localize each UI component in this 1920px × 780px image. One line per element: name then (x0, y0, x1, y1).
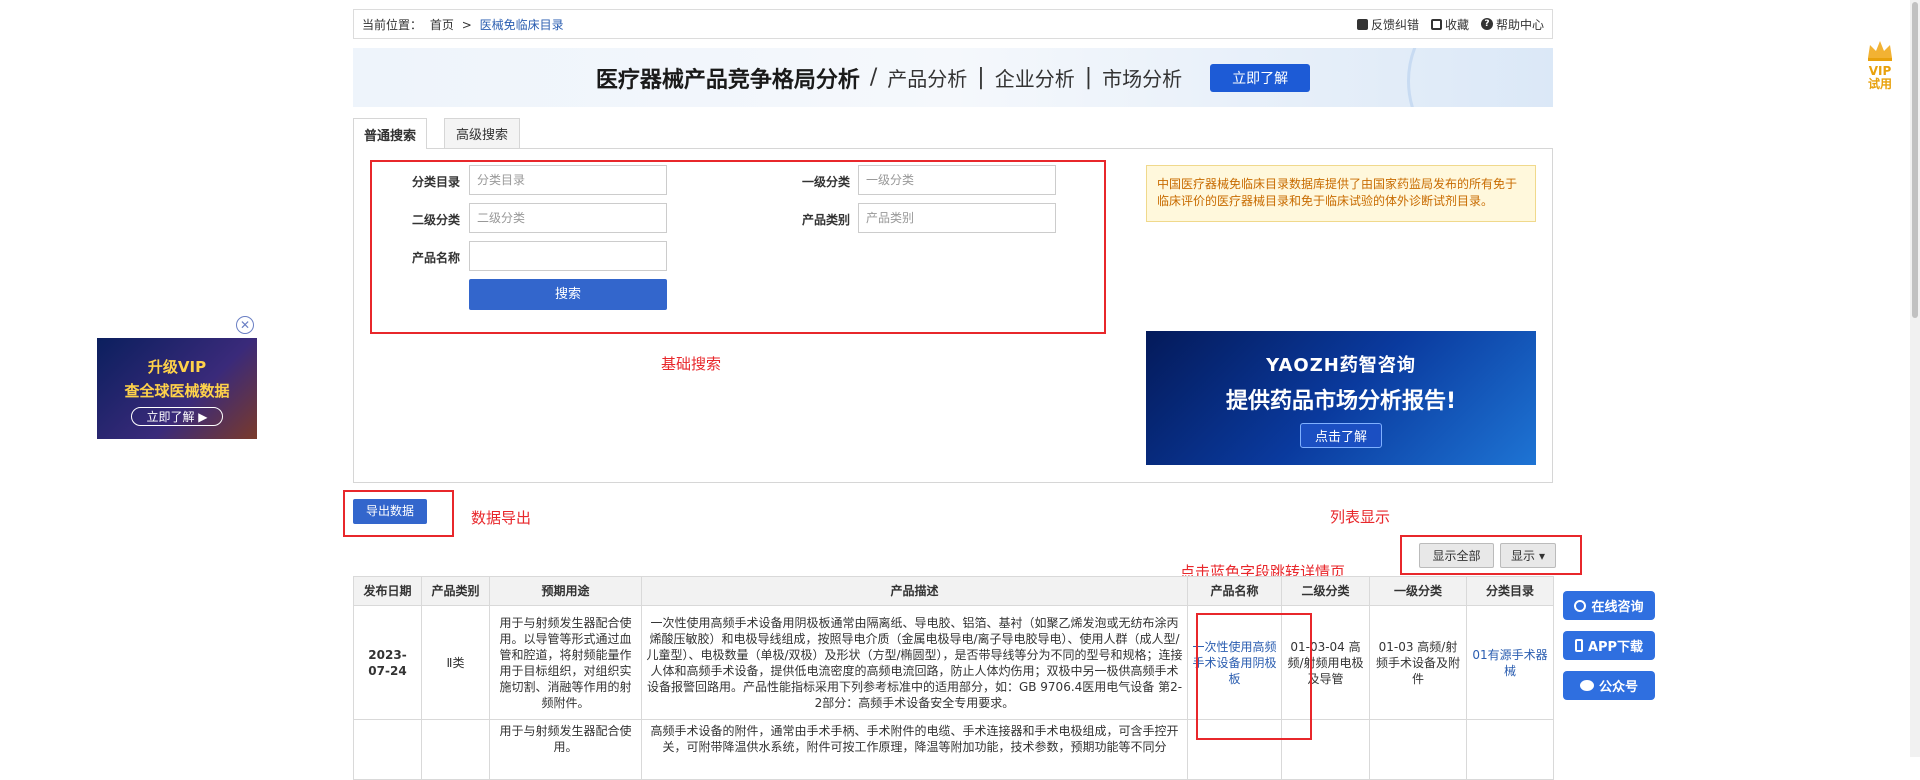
header-catalog[interactable]: 分类目录 (1466, 576, 1554, 606)
banner-separator: / (869, 65, 878, 90)
header-product-name[interactable]: 产品名称 (1187, 576, 1282, 606)
cell-catalog (1466, 719, 1554, 780)
header-date[interactable]: 发布日期 (353, 576, 422, 606)
banner-pipe: | (1084, 65, 1093, 90)
decorative-arc (1407, 48, 1553, 107)
help-link[interactable]: ? 帮助中心 (1480, 16, 1544, 33)
cell-date: 2023-07-24 (353, 605, 422, 720)
breadcrumb-current[interactable]: 医械免临床目录 (480, 18, 564, 32)
question-icon: ? (1480, 18, 1493, 30)
breadcrumb-home-link[interactable]: 首页 (430, 18, 454, 32)
level2-input[interactable] (469, 203, 667, 233)
show-label: 显示 (1510, 549, 1535, 563)
banner-item-enterprise: 企业分析 (994, 67, 1075, 91)
show-columns-dropdown[interactable]: 显示 ▾ (1500, 543, 1556, 568)
app-label: APP下载 (1587, 640, 1644, 655)
vip-ad-line1: 升级VIP (147, 358, 207, 376)
category-input[interactable] (858, 203, 1056, 233)
tab-basic-search[interactable]: 普通搜索 (353, 118, 427, 149)
breadcrumb-separator: > (461, 17, 472, 32)
results-table: 发布日期 产品类别 预期用途 产品描述 产品名称 二级分类 一级分类 分类目录 … (353, 576, 1554, 780)
product-name-label: 产品名称 (411, 251, 460, 265)
cell-date (353, 719, 422, 780)
product-name-input[interactable] (469, 241, 667, 271)
info-notice: 中国医疗器械免临床目录数据库提供了由国家药监局发布的所有免于临床评价的医疗器械目… (1146, 165, 1536, 222)
header-category[interactable]: 产品类别 (421, 576, 490, 606)
online-consult-button[interactable]: 在线咨询 (1563, 591, 1655, 620)
cell-category (421, 719, 490, 780)
consult-label: 在线咨询 (1591, 600, 1644, 615)
crown-icon (1868, 41, 1892, 61)
annotation-basic-search: 基础搜索 (661, 355, 722, 373)
yaozh-ad-banner[interactable]: YAOZH药智咨询 提供药品市场分析报告! 点击了解 (1146, 331, 1536, 465)
ad-logo: YAOZH药智咨询 (1266, 355, 1416, 376)
product-name-highlight (1196, 613, 1312, 740)
page-scrollbar[interactable] (1910, 0, 1920, 757)
wechat-button[interactable]: 公众号 (1563, 671, 1655, 700)
annotation-data-export: 数据导出 (471, 509, 532, 527)
cube-icon (1430, 18, 1442, 30)
promo-banner[interactable]: 医疗器械产品竞争格局分析 / 产品分析 | 企业分析 | 市场分析 立即了解 (353, 48, 1553, 107)
banner-item-market: 市场分析 (1102, 67, 1183, 91)
breadcrumb-bar: 当前位置： 首页 > 医械免临床目录 反馈纠错 收藏 ? 帮助中心 (353, 9, 1553, 39)
close-icon[interactable]: ✕ (236, 316, 254, 334)
favorite-label: 收藏 (1444, 17, 1469, 32)
cell-level1 (1369, 719, 1467, 780)
ad-slogan: 提供药品市场分析报告! (1225, 389, 1457, 414)
catalog-label: 分类目录 (411, 175, 460, 189)
vip-trial-widget[interactable]: VIP 试用 (1855, 38, 1905, 91)
breadcrumb: 当前位置： 首页 > 医械免临床目录 (362, 16, 568, 33)
cell-catalog: 01有源手术器械 (1466, 605, 1554, 720)
cell-usage: 用于与射频发生器配合使用。以导管等形式通过血管和腔道，将射频能量作用于目标组织，… (489, 605, 642, 720)
cell-usage: 用于与射频发生器配合使用。 (489, 719, 642, 780)
annotation-list-display: 列表显示 (1330, 508, 1391, 526)
scrollbar-thumb[interactable] (1912, 2, 1918, 318)
wechat-label: 公众号 (1598, 680, 1638, 695)
catalog-input[interactable] (469, 165, 667, 195)
banner-title: 医疗器械产品竞争格局分析 (595, 67, 860, 93)
search-button[interactable]: 搜索 (469, 279, 667, 310)
cell-category: Ⅱ类 (421, 605, 490, 720)
feedback-link[interactable]: 反馈纠错 (1356, 16, 1419, 33)
breadcrumb-label: 当前位置： (362, 17, 423, 32)
tab-advanced-search[interactable]: 高级搜索 (444, 118, 520, 148)
header-usage[interactable]: 预期用途 (489, 576, 642, 606)
edit-icon (1356, 18, 1368, 30)
vip-ad-line2: 查全球医械数据 (124, 382, 230, 400)
table-row: 用于与射频发生器配合使用。 高频手术设备的附件，通常由手术手柄、手术附件的电缆、… (353, 719, 1554, 780)
app-download-button[interactable]: APP下载 (1563, 631, 1655, 660)
banner-item-product: 产品分析 (887, 67, 968, 91)
help-label: 帮助中心 (1495, 17, 1544, 32)
show-all-button[interactable]: 显示全部 (1419, 543, 1494, 568)
chat-icon (1574, 599, 1587, 612)
table-row: 2023-07-24 Ⅱ类 用于与射频发生器配合使用。以导管等形式通过血管和腔道… (353, 605, 1554, 720)
ad-click-button[interactable]: 点击了解 (1299, 423, 1382, 448)
level2-label: 二级分类 (411, 213, 460, 227)
header-description[interactable]: 产品描述 (641, 576, 1188, 606)
cell-description: 高频手术设备的附件，通常由手术手柄、手术附件的电缆、手术连接器和手术电极组成，可… (641, 719, 1188, 780)
export-data-button[interactable]: 导出数据 (353, 499, 427, 524)
vip-ad-button[interactable]: 立即了解 ▶ (131, 407, 223, 426)
header-level2[interactable]: 二级分类 (1281, 576, 1370, 606)
vip-trial-label: 试用 (1867, 77, 1892, 91)
catalog-link[interactable]: 01有源手术器械 (1472, 648, 1547, 678)
table-header-row: 发布日期 产品类别 预期用途 产品描述 产品名称 二级分类 一级分类 分类目录 (353, 576, 1554, 606)
level1-input[interactable] (858, 165, 1056, 195)
banner-learn-more-button[interactable]: 立即了解 (1210, 63, 1311, 92)
header-level1[interactable]: 一级分类 (1369, 576, 1467, 606)
caret-down-icon: ▾ (1538, 548, 1546, 563)
category-label: 产品类别 (801, 213, 850, 227)
favorite-link[interactable]: 收藏 (1430, 16, 1469, 33)
level1-label: 一级分类 (801, 175, 850, 189)
cell-level1: 01-03 高频/射频手术设备及附件 (1369, 605, 1467, 720)
banner-pipe: | (977, 65, 985, 90)
wechat-icon (1579, 680, 1594, 691)
vip-ad-banner[interactable]: 升级VIP 查全球医械数据 立即了解 ▶ (97, 338, 257, 439)
cell-description: 一次性使用高频手术设备用阴极板通常由隔离纸、导电胶、铝箔、基衬（如聚乙烯发泡或无… (641, 605, 1188, 720)
feedback-label: 反馈纠错 (1370, 17, 1419, 32)
phone-icon (1574, 639, 1583, 652)
